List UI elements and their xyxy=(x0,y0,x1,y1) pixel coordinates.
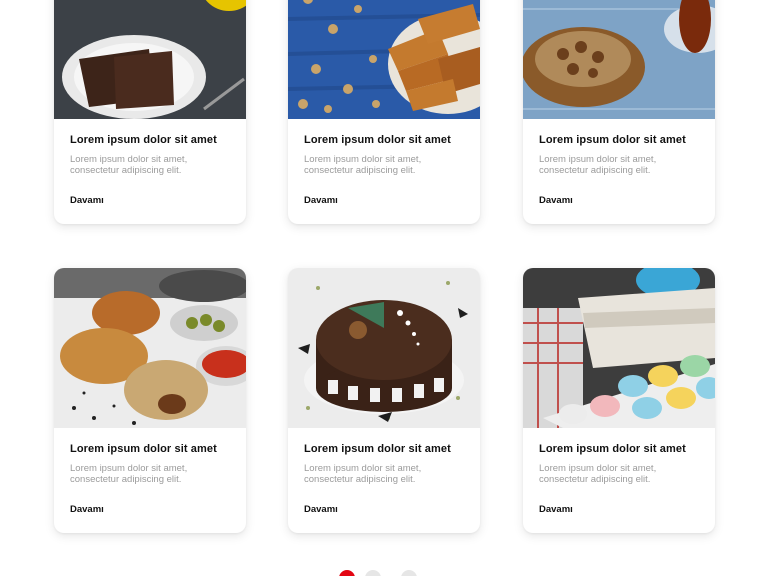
card-description: Lorem ipsum dolor sit amet, consectetur … xyxy=(70,154,230,177)
card-title: Lorem ipsum dolor sit amet xyxy=(70,443,217,455)
page: Lorem ipsum dolor sit amet Lorem ipsum d… xyxy=(0,0,768,576)
product-card[interactable]: Lorem ipsum dolor sit amet Lorem ipsum d… xyxy=(288,0,480,224)
card-description-line: Lorem ipsum dolor sit amet, xyxy=(70,463,188,474)
read-more-link[interactable]: Davamı xyxy=(70,195,104,207)
chocolate-cake-whole-image xyxy=(288,268,480,428)
card-description: Lorem ipsum dolor sit amet, consectetur … xyxy=(304,154,464,177)
chocolate-cake-slices-image xyxy=(54,0,246,119)
product-image[interactable] xyxy=(288,0,480,119)
pagination-dot[interactable] xyxy=(401,570,417,576)
card-description-line: consectetur adipiscing elit. xyxy=(539,164,651,176)
card-description: Lorem ipsum dolor sit amet, consectetur … xyxy=(304,463,464,486)
product-card[interactable]: Lorem ipsum dolor sit amet Lorem ipsum d… xyxy=(523,268,715,533)
card-title: Lorem ipsum dolor sit amet xyxy=(539,443,686,455)
card-description-line: Lorem ipsum dolor sit amet, xyxy=(70,154,188,165)
product-card[interactable]: Lorem ipsum dolor sit amet Lorem ipsum d… xyxy=(54,268,246,533)
card-title: Lorem ipsum dolor sit amet xyxy=(70,134,217,146)
croissants-olives-image xyxy=(54,268,246,428)
read-more-link[interactable]: Davamı xyxy=(70,504,104,516)
card-description-line: consectetur adipiscing elit. xyxy=(70,164,182,176)
card-description-line: Lorem ipsum dolor sit amet, xyxy=(539,463,657,474)
product-image[interactable] xyxy=(523,0,715,119)
card-description: Lorem ipsum dolor sit amet, consectetur … xyxy=(539,154,699,177)
product-image[interactable] xyxy=(54,268,246,428)
pagination xyxy=(0,570,762,576)
read-more-link[interactable]: Davamı xyxy=(539,504,573,516)
product-image[interactable] xyxy=(523,268,715,428)
product-card[interactable]: Lorem ipsum dolor sit amet Lorem ipsum d… xyxy=(288,268,480,533)
product-image[interactable] xyxy=(288,268,480,428)
read-more-link[interactable]: Davamı xyxy=(304,504,338,516)
read-more-link[interactable]: Davamı xyxy=(304,195,338,207)
read-more-link[interactable]: Davamı xyxy=(539,195,573,207)
card-description-line: consectetur adipiscing elit. xyxy=(539,473,651,485)
card-description-line: consectetur adipiscing elit. xyxy=(304,473,416,485)
pastry-with-tea-image xyxy=(523,0,715,119)
baklava-walnuts-image xyxy=(288,0,480,119)
card-description-line: consectetur adipiscing elit. xyxy=(70,473,182,485)
card-title: Lorem ipsum dolor sit amet xyxy=(304,134,451,146)
product-card[interactable]: Lorem ipsum dolor sit amet Lorem ipsum d… xyxy=(54,0,246,224)
product-image[interactable] xyxy=(54,0,246,119)
product-card[interactable]: Lorem ipsum dolor sit amet Lorem ipsum d… xyxy=(523,0,715,224)
card-description-line: Lorem ipsum dolor sit amet, xyxy=(304,463,422,474)
card-description-line: Lorem ipsum dolor sit amet, xyxy=(539,154,657,165)
card-title: Lorem ipsum dolor sit amet xyxy=(304,443,451,455)
macarons-books-image xyxy=(523,268,715,428)
card-title: Lorem ipsum dolor sit amet xyxy=(539,134,686,146)
pagination-dot[interactable] xyxy=(365,570,381,576)
card-description: Lorem ipsum dolor sit amet, consectetur … xyxy=(70,463,230,486)
card-description-line: Lorem ipsum dolor sit amet, xyxy=(304,154,422,165)
card-description: Lorem ipsum dolor sit amet, consectetur … xyxy=(539,463,699,486)
card-description-line: consectetur adipiscing elit. xyxy=(304,164,416,176)
pagination-dot-active[interactable] xyxy=(339,570,355,576)
